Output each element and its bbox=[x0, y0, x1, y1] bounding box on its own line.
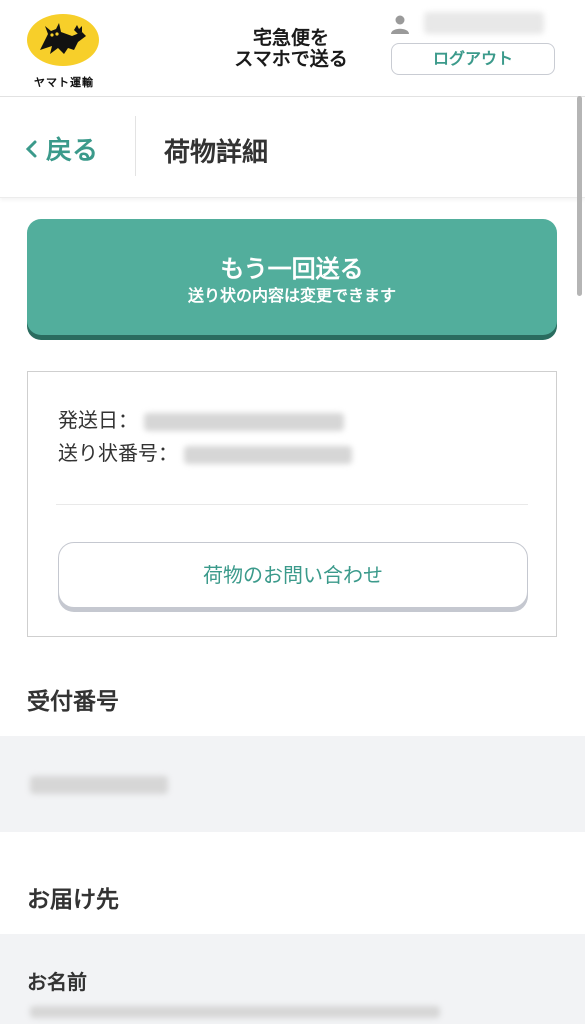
resend-sub-label: 送り状の内容は変更できます bbox=[187, 286, 396, 305]
app-header: ヤマト運輸 宅急便を スマホで送る ログアウト bbox=[0, 0, 585, 97]
ship-date-redacted bbox=[144, 412, 345, 431]
ship-date-row: 発送日： bbox=[58, 404, 345, 433]
user-icon bbox=[391, 15, 409, 34]
page-title: 荷物詳細 bbox=[164, 138, 269, 168]
destination-band: お名前 bbox=[0, 934, 585, 1024]
card-divider bbox=[56, 504, 528, 505]
logout-button[interactable]: ログアウト bbox=[391, 43, 555, 75]
reception-number-title: 受付番号 bbox=[27, 689, 119, 715]
chevron-left-icon bbox=[24, 136, 46, 166]
brand-text: ヤマト運輸 bbox=[34, 76, 94, 89]
shipment-card: 発送日： 送り状番号： 荷物のお問い合わせ bbox=[27, 371, 557, 637]
resend-main-label: もう一回送る bbox=[220, 255, 364, 283]
yamato-logo[interactable]: ヤマト運輸 bbox=[22, 14, 102, 90]
tracking-label: 送り状番号： bbox=[58, 441, 178, 465]
ship-date-label: 発送日： bbox=[58, 408, 138, 432]
scrollbar[interactable] bbox=[577, 96, 582, 296]
back-button[interactable]: 戻る bbox=[24, 130, 98, 167]
black-cat-icon bbox=[40, 23, 86, 54]
header-divider bbox=[135, 116, 136, 176]
tagline-line-2: スマホで送る bbox=[234, 48, 348, 70]
app-tagline: 宅急便を スマホで送る bbox=[226, 28, 356, 70]
user-name-redacted bbox=[424, 12, 544, 34]
reception-number-band bbox=[0, 736, 585, 832]
package-inquiry-button[interactable]: 荷物のお問い合わせ bbox=[58, 542, 528, 608]
name-value-redacted bbox=[30, 1006, 440, 1018]
destination-title: お届け先 bbox=[27, 887, 119, 913]
tagline-line-1: 宅急便を bbox=[252, 27, 329, 49]
back-label: 戻る bbox=[46, 136, 99, 166]
tracking-number-redacted bbox=[184, 445, 353, 464]
reception-number-redacted bbox=[30, 776, 168, 794]
tracking-row: 送り状番号： bbox=[58, 437, 353, 466]
resend-button[interactable]: もう一回送る 送り状の内容は変更できます bbox=[27, 219, 557, 335]
name-label: お名前 bbox=[27, 970, 87, 994]
